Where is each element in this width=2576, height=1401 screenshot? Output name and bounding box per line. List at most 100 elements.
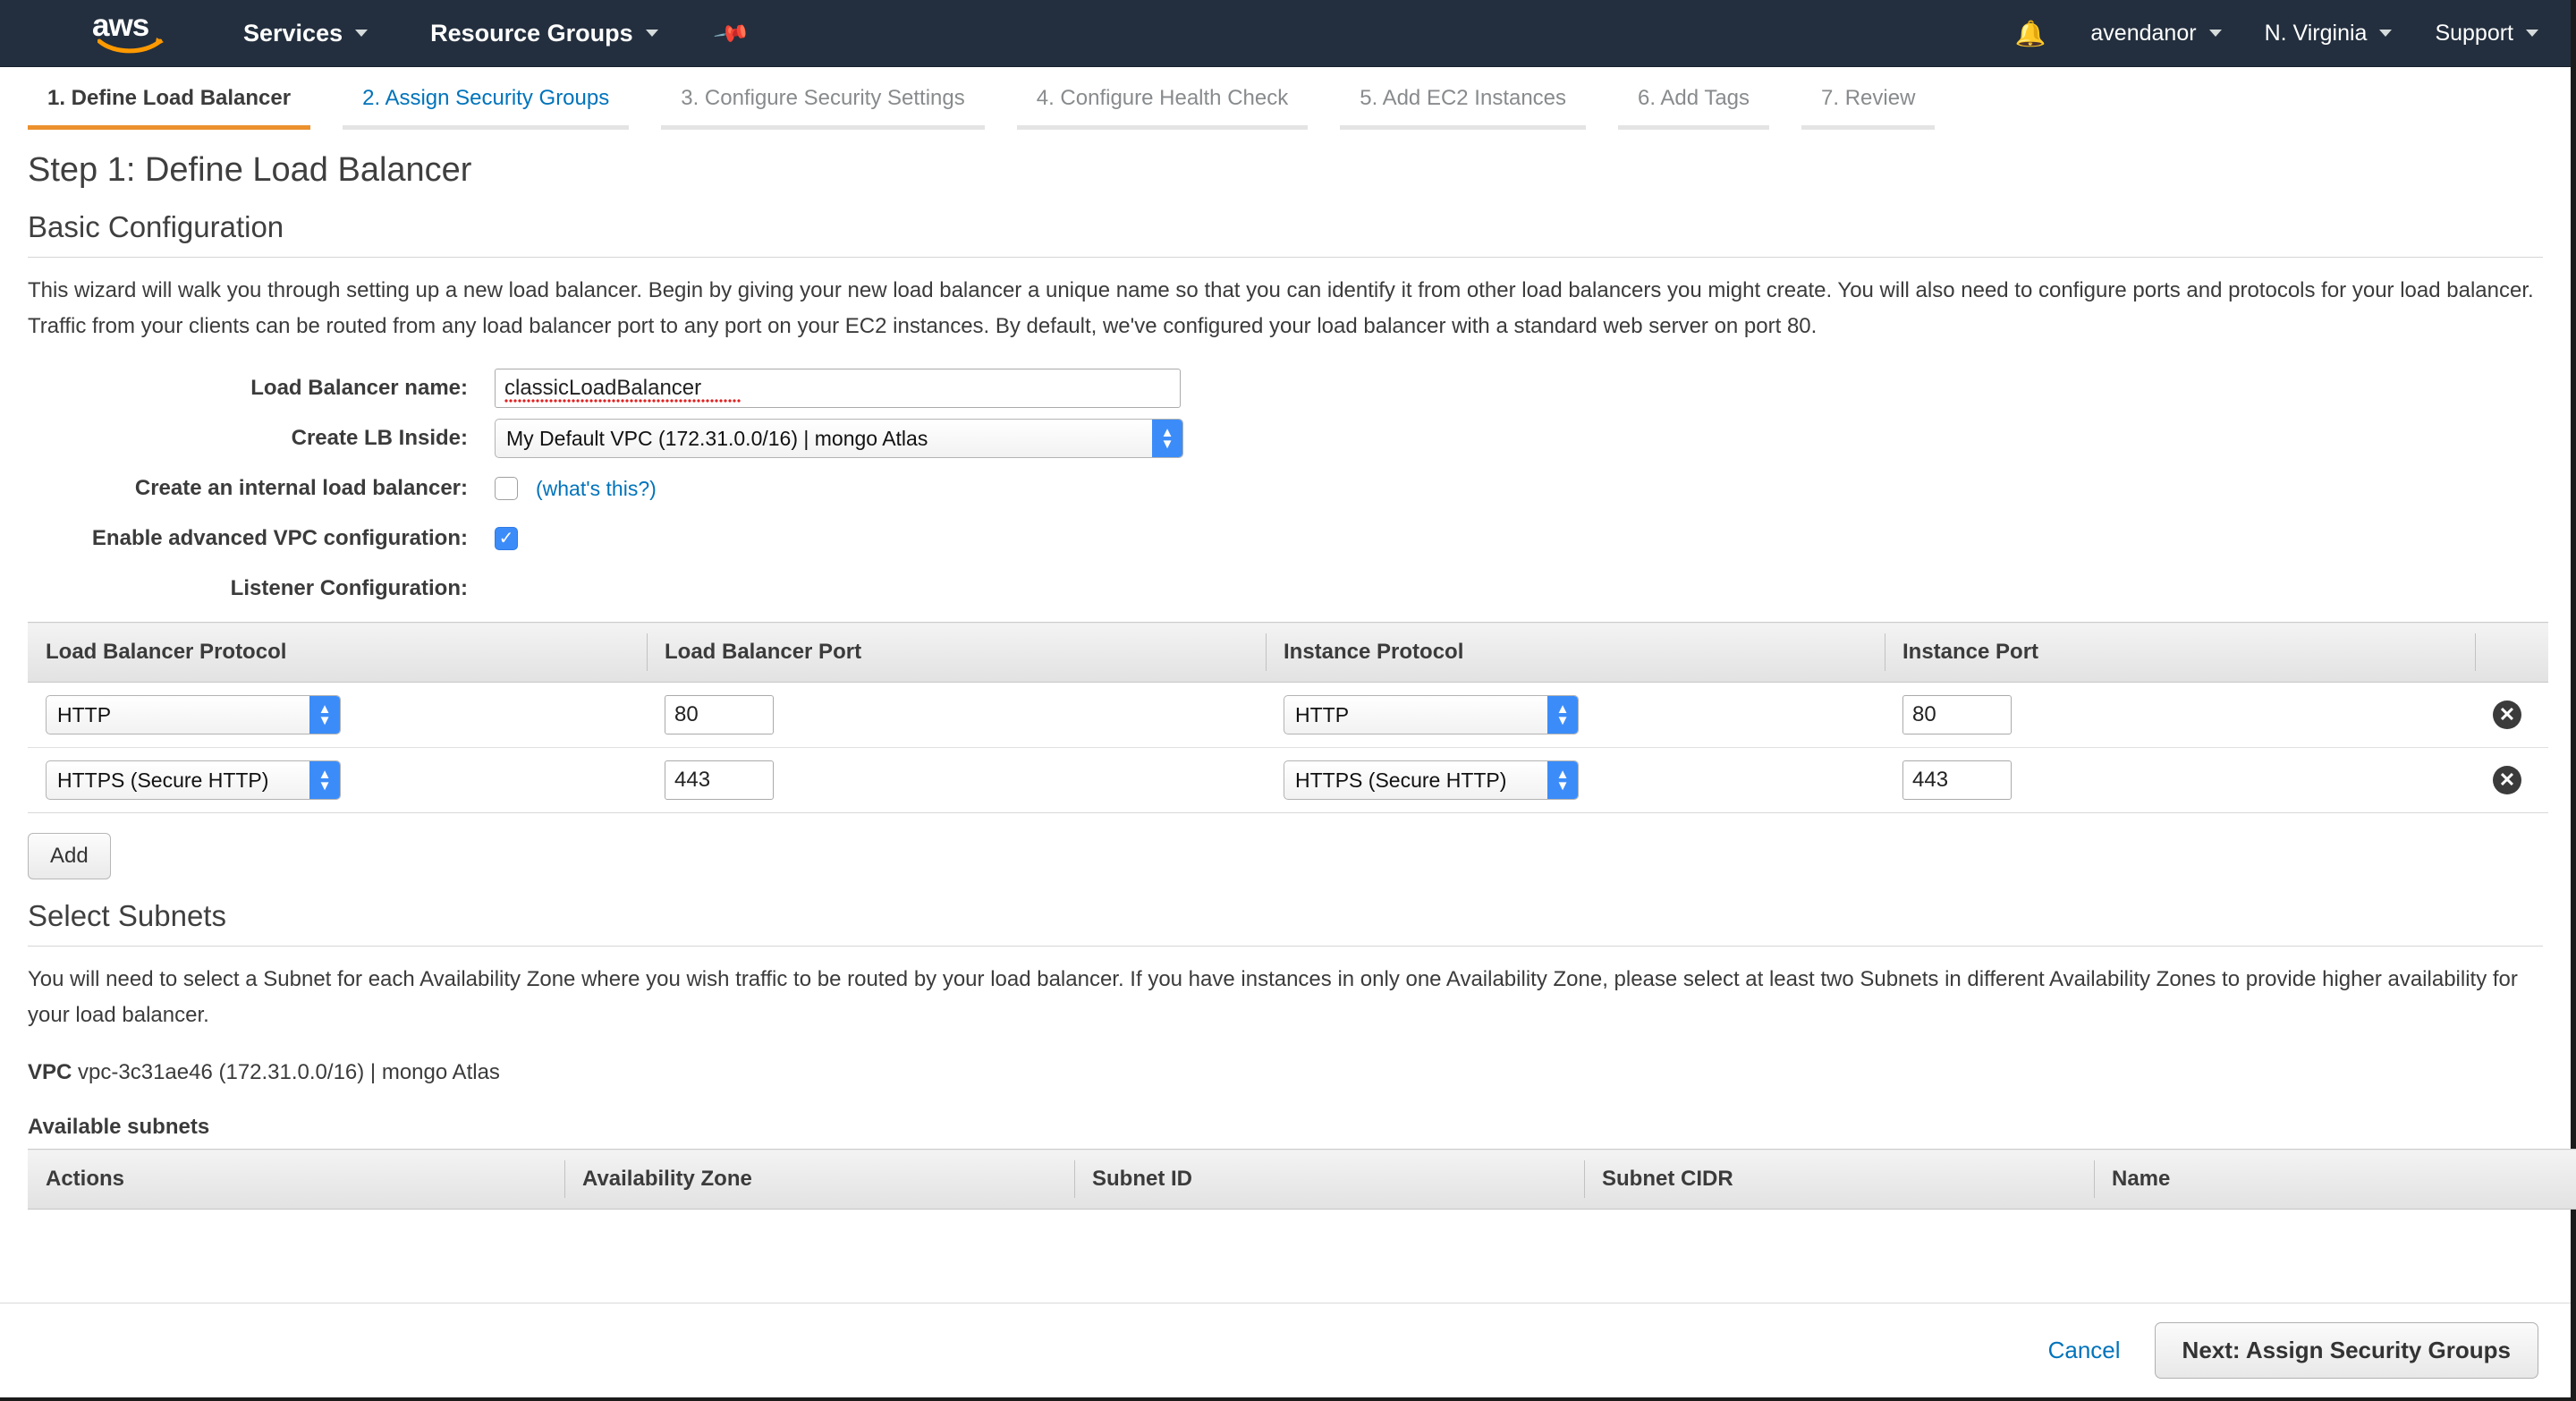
nav-services[interactable]: Services <box>243 19 369 47</box>
create-lb-inside-label: Create LB Inside: <box>291 426 468 450</box>
lb-name-input[interactable] <box>495 369 1181 408</box>
lb-protocol-value: HTTPS (Secure HTTP) <box>57 768 269 792</box>
chevron-down-icon <box>645 30 658 37</box>
cell-delete: ✕ <box>2475 747 2548 813</box>
available-subnets-label: Available subnets <box>28 1115 210 1139</box>
form-row-create-lb-inside: Create LB Inside: My Default VPC (172.31… <box>28 418 2543 459</box>
chevron-down-icon <box>2526 30 2538 37</box>
select-subnets-heading: Select Subnets <box>28 899 226 932</box>
select-stepper-icon: ▲ ▼ <box>309 696 340 734</box>
col-lb-port: Load Balancer Port <box>647 622 1266 683</box>
col-actions[interactable]: Actions <box>28 1149 564 1210</box>
internal-lb-checkbox[interactable] <box>495 477 518 500</box>
advanced-vpc-checkbox[interactable]: ✓ <box>495 527 518 550</box>
nav-right-group: 🔔 avendanor N. Virginia Support <box>2015 0 2538 66</box>
aws-logo[interactable]: aws <box>92 10 178 54</box>
col-subnet-cidr[interactable]: Subnet CIDR <box>1584 1149 2094 1210</box>
tab-configure-security-settings[interactable]: 3. Configure Security Settings <box>661 86 985 130</box>
create-lb-inside-select[interactable]: My Default VPC (172.31.0.0/16) | mongo A… <box>495 419 1183 458</box>
form-row-lb-name: Load Balancer name: <box>28 368 2543 409</box>
add-listener-button-wrap: Add <box>28 833 2543 879</box>
instance-protocol-select-row-1[interactable]: HTTPS (Secure HTTP) ▲ ▼ <box>1284 760 1579 800</box>
tab-configure-health-check[interactable]: 4. Configure Health Check <box>1016 86 1309 130</box>
tab-add-tags[interactable]: 6. Add Tags <box>1618 86 1770 130</box>
top-navigation-bar: aws Services Resource Groups 📌 🔔 avendan… <box>0 0 2571 67</box>
table-header-row: Load Balancer Protocol Load Balancer Por… <box>28 622 2548 683</box>
divider <box>28 946 2543 947</box>
table-row: HTTP ▲▼ HTTP ▲▼ <box>28 682 2548 748</box>
create-lb-inside-value: My Default VPC (172.31.0.0/16) | mongo A… <box>506 426 928 450</box>
nav-services-label: Services <box>243 19 343 47</box>
nav-resource-groups[interactable]: Resource Groups <box>430 20 658 47</box>
tab-label: 3. Configure Security Settings <box>681 86 965 110</box>
cell-lb-protocol: HTTP ▲ ▼ <box>28 682 647 748</box>
col-name[interactable]: Name <box>2094 1149 2576 1210</box>
lb-port-input-row-0[interactable] <box>665 695 774 734</box>
whats-this-link[interactable]: (what's this?) <box>536 477 657 501</box>
instance-port-input-row-0[interactable] <box>1902 695 2012 734</box>
select-stepper-icon: ▲ ▼ <box>309 761 340 799</box>
cell-instance-protocol: HTTP ▲ ▼ <box>1266 682 1885 748</box>
vpc-info-line: VPC vpc-3c31ae46 (172.31.0.0/16) | mongo… <box>28 1060 2543 1085</box>
cancel-button[interactable]: Cancel <box>2048 1337 2121 1364</box>
col-instance-port: Instance Port <box>1885 622 2475 683</box>
instance-port-input-row-1[interactable] <box>1902 760 2012 800</box>
col-subnet-id[interactable]: Subnet ID <box>1074 1149 1584 1210</box>
advanced-vpc-label: Enable advanced VPC configuration: <box>91 526 468 550</box>
main-content: Step 1: Define Load Balancer Basic Confi… <box>0 149 2576 1210</box>
select-stepper-icon: ▲ ▼ <box>1547 761 1578 799</box>
nav-support-menu[interactable]: Support <box>2435 21 2538 47</box>
bell-icon[interactable]: 🔔 <box>2015 19 2046 48</box>
nav-region-menu[interactable]: N. Virginia <box>2265 21 2393 47</box>
cell-instance-port <box>1885 747 2475 813</box>
lb-protocol-select-row-0[interactable]: HTTP ▲ ▼ <box>46 695 341 734</box>
tab-label: 1. Define Load Balancer <box>47 86 292 110</box>
delete-circle-icon-row-1[interactable]: ✕ <box>2493 766 2521 794</box>
vpc-label: VPC <box>28 1060 72 1084</box>
wizard-step-tabs: 1. Define Load Balancer 2. Assign Securi… <box>0 67 2571 130</box>
add-listener-button[interactable]: Add <box>28 833 111 879</box>
tab-label: 4. Configure Health Check <box>1036 86 1289 110</box>
internal-lb-label: Create an internal load balancer: <box>134 476 468 500</box>
col-actions <box>2475 622 2548 683</box>
instance-protocol-select-row-0[interactable]: HTTP ▲ ▼ <box>1284 695 1579 734</box>
col-lb-protocol: Load Balancer Protocol <box>28 622 647 683</box>
tab-add-ec2-instances[interactable]: 5. Add EC2 Instances <box>1340 86 1587 130</box>
col-availability-zone[interactable]: Availability Zone <box>564 1149 1074 1210</box>
nav-account-menu[interactable]: avendanor <box>2090 21 2222 47</box>
form-row-internal-lb: Create an internal load balancer: (what'… <box>28 468 2543 509</box>
nav-region-label: N. Virginia <box>2264 20 2368 46</box>
tab-label: 5. Add EC2 Instances <box>1360 86 1567 110</box>
listener-configuration-table: Load Balancer Protocol Load Balancer Por… <box>28 622 2548 813</box>
chevron-down-icon <box>2208 30 2222 37</box>
lb-protocol-select-row-1[interactable]: HTTPS (Secure HTTP) ▲ ▼ <box>46 760 341 800</box>
vpc-value: vpc-3c31ae46 (172.31.0.0/16) | mongo Atl… <box>78 1060 500 1084</box>
col-instance-protocol: Instance Protocol <box>1266 622 1885 683</box>
tab-define-load-balancer[interactable]: 1. Define Load Balancer <box>28 86 311 130</box>
wizard-footer: Cancel Next: Assign Security Groups <box>0 1303 2571 1397</box>
checkmark-icon: ✓ <box>498 529 514 548</box>
nav-resource-groups-label: Resource Groups <box>430 19 633 47</box>
table-header-row: Actions Availability Zone Subnet ID Subn… <box>28 1149 2576 1210</box>
listener-configuration-table-wrap: Load Balancer Protocol Load Balancer Por… <box>28 622 2548 813</box>
basic-configuration-description: This wizard will walk you through settin… <box>28 278 2534 338</box>
listener-configuration-label: Listener Configuration: <box>230 576 468 600</box>
page-title: Step 1: Define Load Balancer <box>28 151 472 189</box>
cell-instance-protocol: HTTPS (Secure HTTP) ▲ ▼ <box>1266 747 1885 813</box>
chevron-down-icon <box>355 30 369 37</box>
basic-configuration-form: Load Balancer name: Create LB Inside: My… <box>28 368 2543 609</box>
select-subnets-description: You will need to select a Subnet for eac… <box>28 967 2518 1027</box>
cell-lb-port <box>647 747 1266 813</box>
tab-assign-security-groups[interactable]: 2. Assign Security Groups <box>343 86 630 130</box>
next-assign-security-groups-button[interactable]: Next: Assign Security Groups <box>2154 1322 2538 1379</box>
pin-icon[interactable]: 📌 <box>712 13 751 53</box>
instance-protocol-value: HTTPS (Secure HTTP) <box>1295 768 1507 792</box>
tab-label: 2. Assign Security Groups <box>362 86 610 110</box>
nav-support-label: Support <box>2435 20 2513 46</box>
lb-port-input-row-1[interactable] <box>665 760 774 800</box>
lb-name-label: Load Balancer name: <box>250 376 468 400</box>
delete-circle-icon-row-0[interactable]: ✕ <box>2493 700 2521 729</box>
tab-label: 7. Review <box>1821 86 1916 110</box>
tab-review[interactable]: 7. Review <box>1801 86 1936 130</box>
chevron-down-icon <box>2379 30 2393 37</box>
